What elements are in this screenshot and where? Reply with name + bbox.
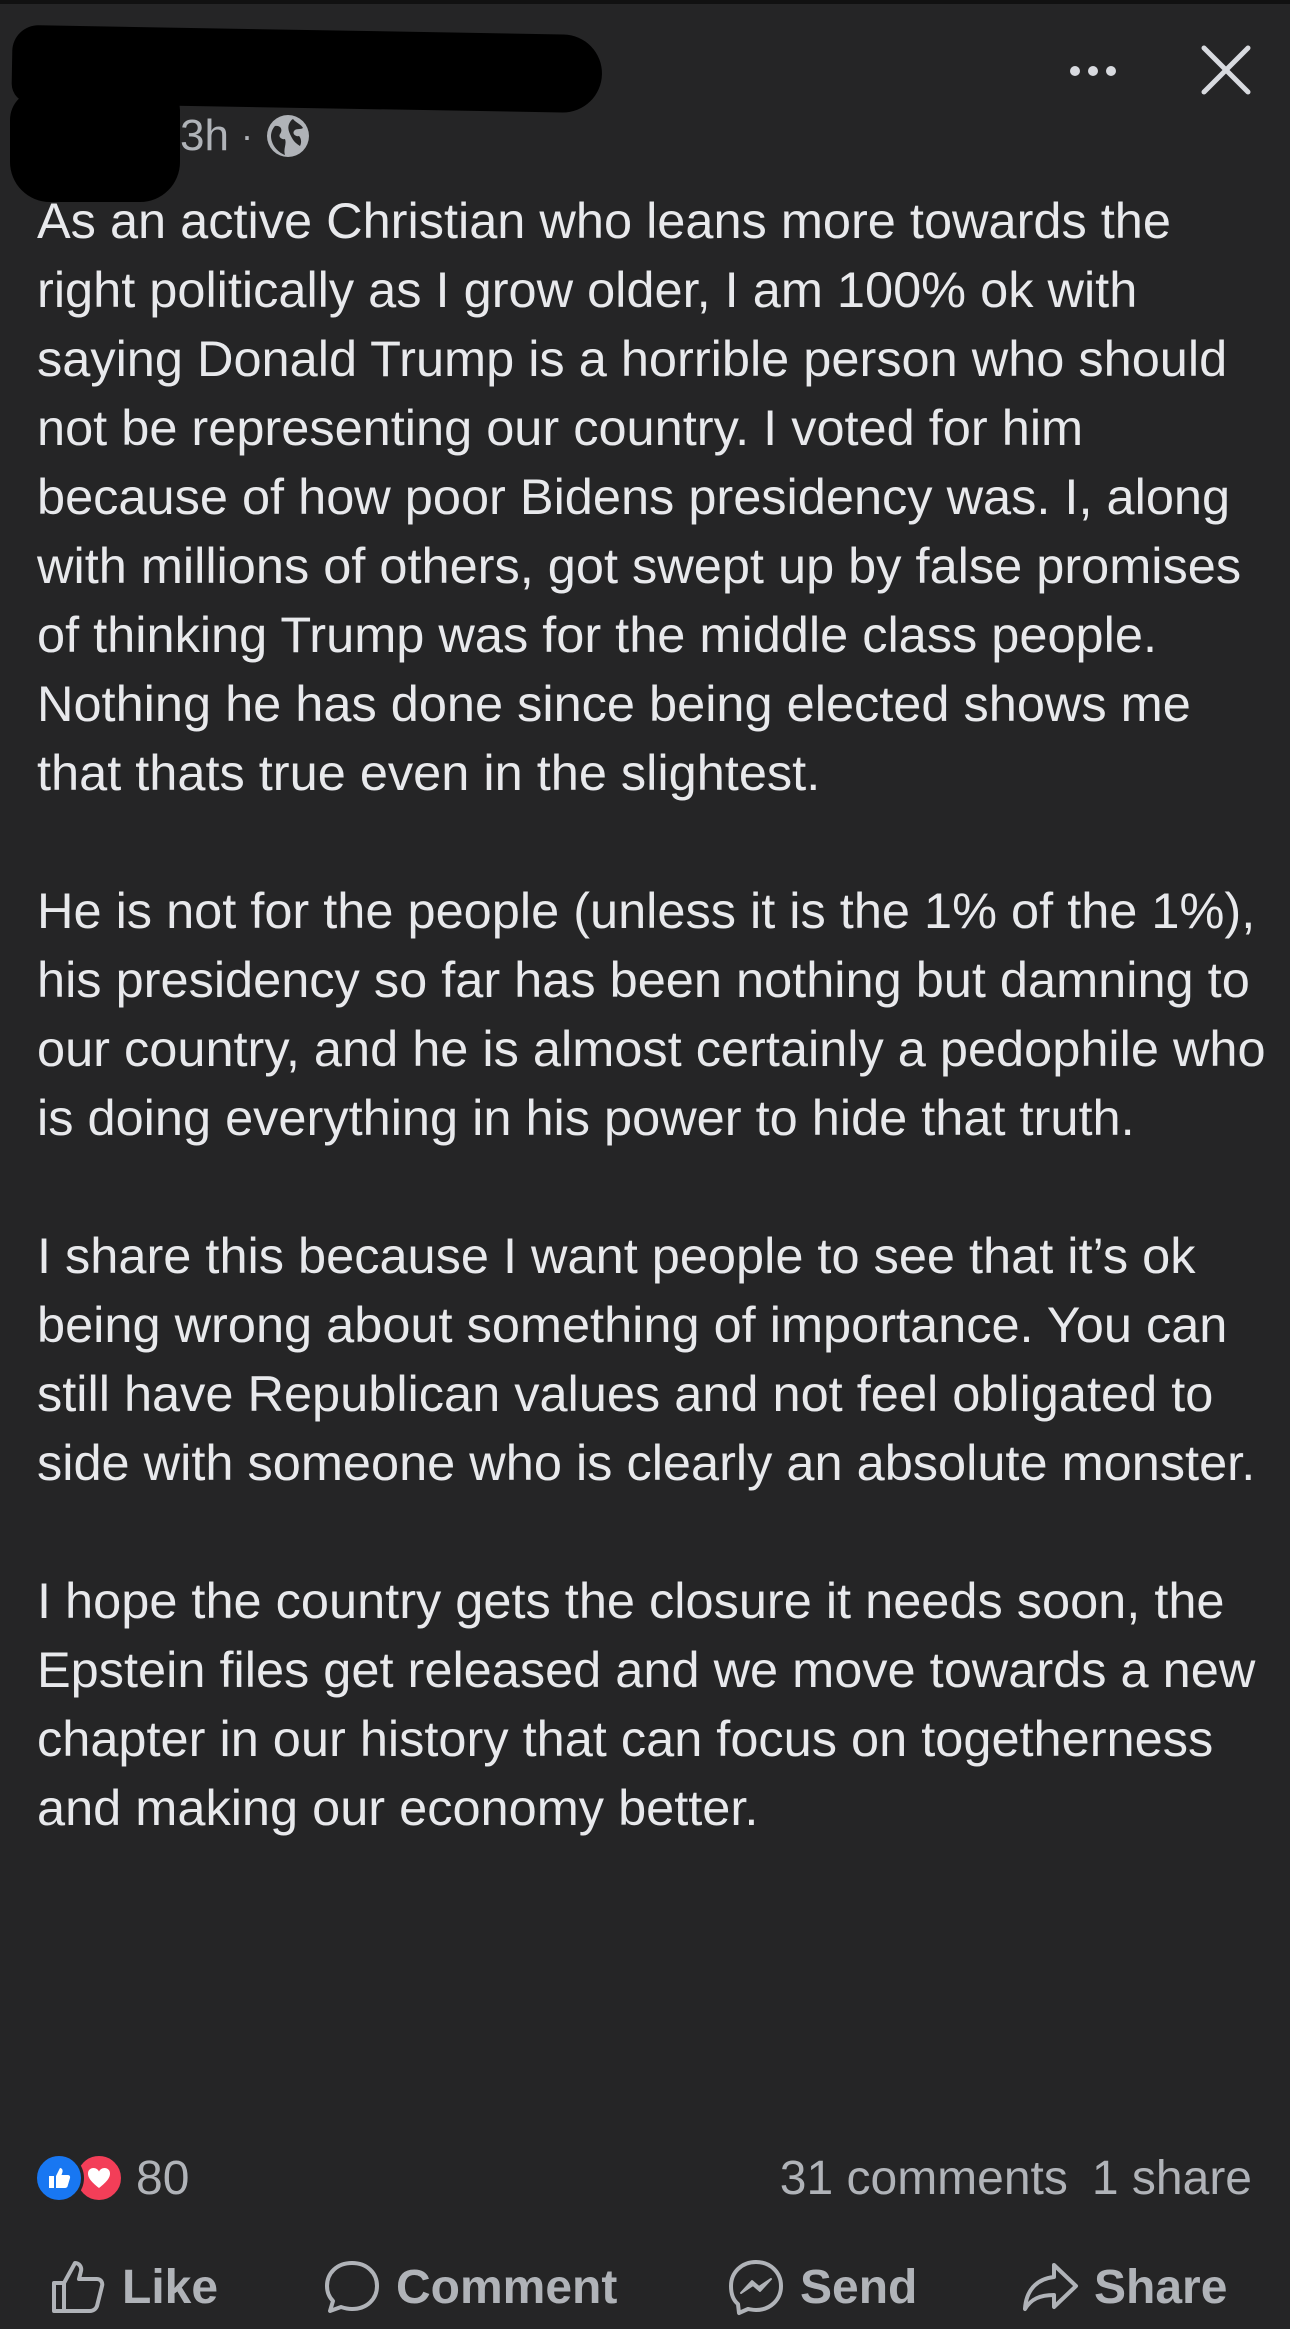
thumbs-up-icon	[52, 2261, 105, 2313]
globe-icon	[266, 115, 309, 157]
post-meta: 3h ·	[180, 108, 311, 164]
comment-icon	[325, 2261, 379, 2313]
more-dot	[1088, 66, 1098, 76]
like-button[interactable]: Like	[48, 2245, 218, 2329]
share-arrow-icon	[1023, 2263, 1078, 2311]
comment-label: Comment	[396, 2260, 618, 2314]
share-label: Share	[1094, 2260, 1228, 2314]
post-view: 3h · As an active Christian who leans mo…	[0, 0, 1290, 2329]
post-paragraph: As an active Christian who leans more to…	[37, 192, 1242, 801]
reaction-summary[interactable]: 80	[34, 2150, 189, 2206]
post-body: As an active Christian who leans more to…	[37, 186, 1277, 1842]
like-label: Like	[122, 2260, 219, 2314]
like-icon	[34, 2153, 84, 2203]
post-paragraph: I share this because I want people to se…	[37, 1227, 1256, 1491]
comment-count[interactable]: 31 comments	[780, 2151, 1068, 2206]
status-divider	[0, 0, 1290, 4]
share-count[interactable]: 1 share	[1092, 2151, 1252, 2206]
comment-button[interactable]: Comment	[322, 2245, 617, 2329]
close-icon[interactable]	[1196, 40, 1256, 100]
post-timestamp[interactable]: 3h	[180, 111, 229, 161]
reaction-count: 80	[136, 2151, 190, 2205]
messenger-icon	[729, 2260, 783, 2315]
more-options-button[interactable]	[1058, 44, 1128, 98]
share-button[interactable]: Share	[1020, 2245, 1227, 2329]
redacted-author-name	[11, 24, 603, 114]
meta-separator: ·	[240, 115, 253, 156]
post-paragraph: I hope the country gets the closure it n…	[37, 1572, 1256, 1836]
post-paragraph: He is not for the people (unless it is t…	[37, 882, 1266, 1146]
send-label: Send	[800, 2260, 918, 2314]
engagement-stats: 31 comments 1 share	[780, 2150, 1252, 2206]
action-bar: Like Comment Send Share	[0, 2245, 1290, 2329]
more-dot	[1106, 66, 1116, 76]
send-button[interactable]: Send	[726, 2245, 917, 2329]
more-dot	[1070, 66, 1080, 76]
